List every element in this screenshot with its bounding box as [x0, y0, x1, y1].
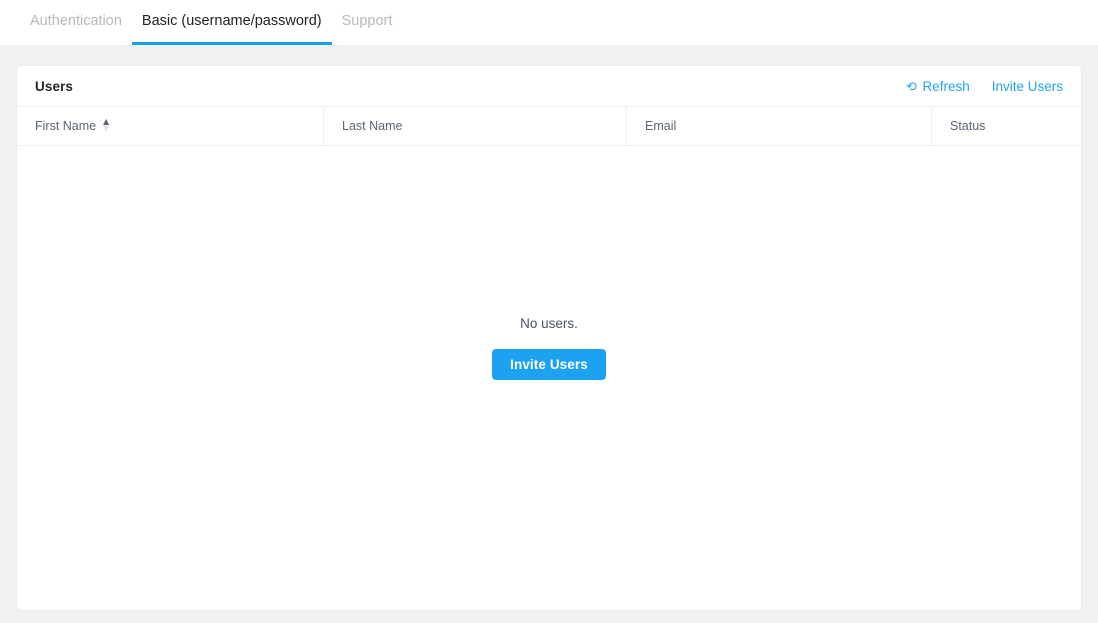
users-table-body: No users. Invite Users [17, 146, 1081, 610]
sort-chevrons-icon[interactable]: ▲ ▼ [102, 118, 110, 132]
card-actions: ⟳ Refresh Invite Users [906, 79, 1063, 94]
tab-support-label: Support [342, 13, 393, 29]
users-card-header: Users ⟳ Refresh Invite Users [17, 66, 1081, 107]
invite-users-link[interactable]: Invite Users [992, 79, 1063, 94]
users-card: Users ⟳ Refresh Invite Users First Name … [17, 66, 1081, 610]
column-header-last-name[interactable]: Last Name [324, 107, 627, 145]
column-header-status-label: Status [950, 119, 985, 133]
column-header-email-label: Email [645, 119, 676, 133]
users-table-header-row: First Name ▲ ▼ Last Name Email Status [17, 107, 1081, 146]
column-header-first-name[interactable]: First Name ▲ ▼ [17, 107, 324, 145]
refresh-button[interactable]: ⟳ Refresh [906, 79, 969, 94]
tab-authentication[interactable]: Authentication [20, 0, 132, 45]
empty-state-message: No users. [520, 316, 578, 331]
invite-users-link-label: Invite Users [992, 79, 1063, 94]
tab-basic-username-password[interactable]: Basic (username/password) [132, 0, 332, 45]
tab-bar: Authentication Basic (username/password)… [0, 0, 1098, 45]
column-header-email[interactable]: Email [627, 107, 932, 145]
chevron-down-icon: ▼ [103, 125, 109, 132]
column-header-last-name-label: Last Name [342, 119, 402, 133]
content-area: Users ⟳ Refresh Invite Users First Name … [0, 45, 1098, 623]
refresh-button-label: Refresh [922, 79, 969, 94]
column-header-first-name-label: First Name [35, 119, 96, 133]
invite-users-button[interactable]: Invite Users [492, 349, 606, 380]
users-table: First Name ▲ ▼ Last Name Email Status [17, 107, 1081, 610]
page-title: Users [35, 79, 73, 94]
column-header-status[interactable]: Status [932, 107, 1081, 145]
tab-basic-username-password-label: Basic (username/password) [142, 13, 322, 29]
tab-authentication-label: Authentication [30, 13, 122, 29]
tab-support[interactable]: Support [332, 0, 403, 45]
refresh-icon: ⟳ [906, 81, 917, 92]
